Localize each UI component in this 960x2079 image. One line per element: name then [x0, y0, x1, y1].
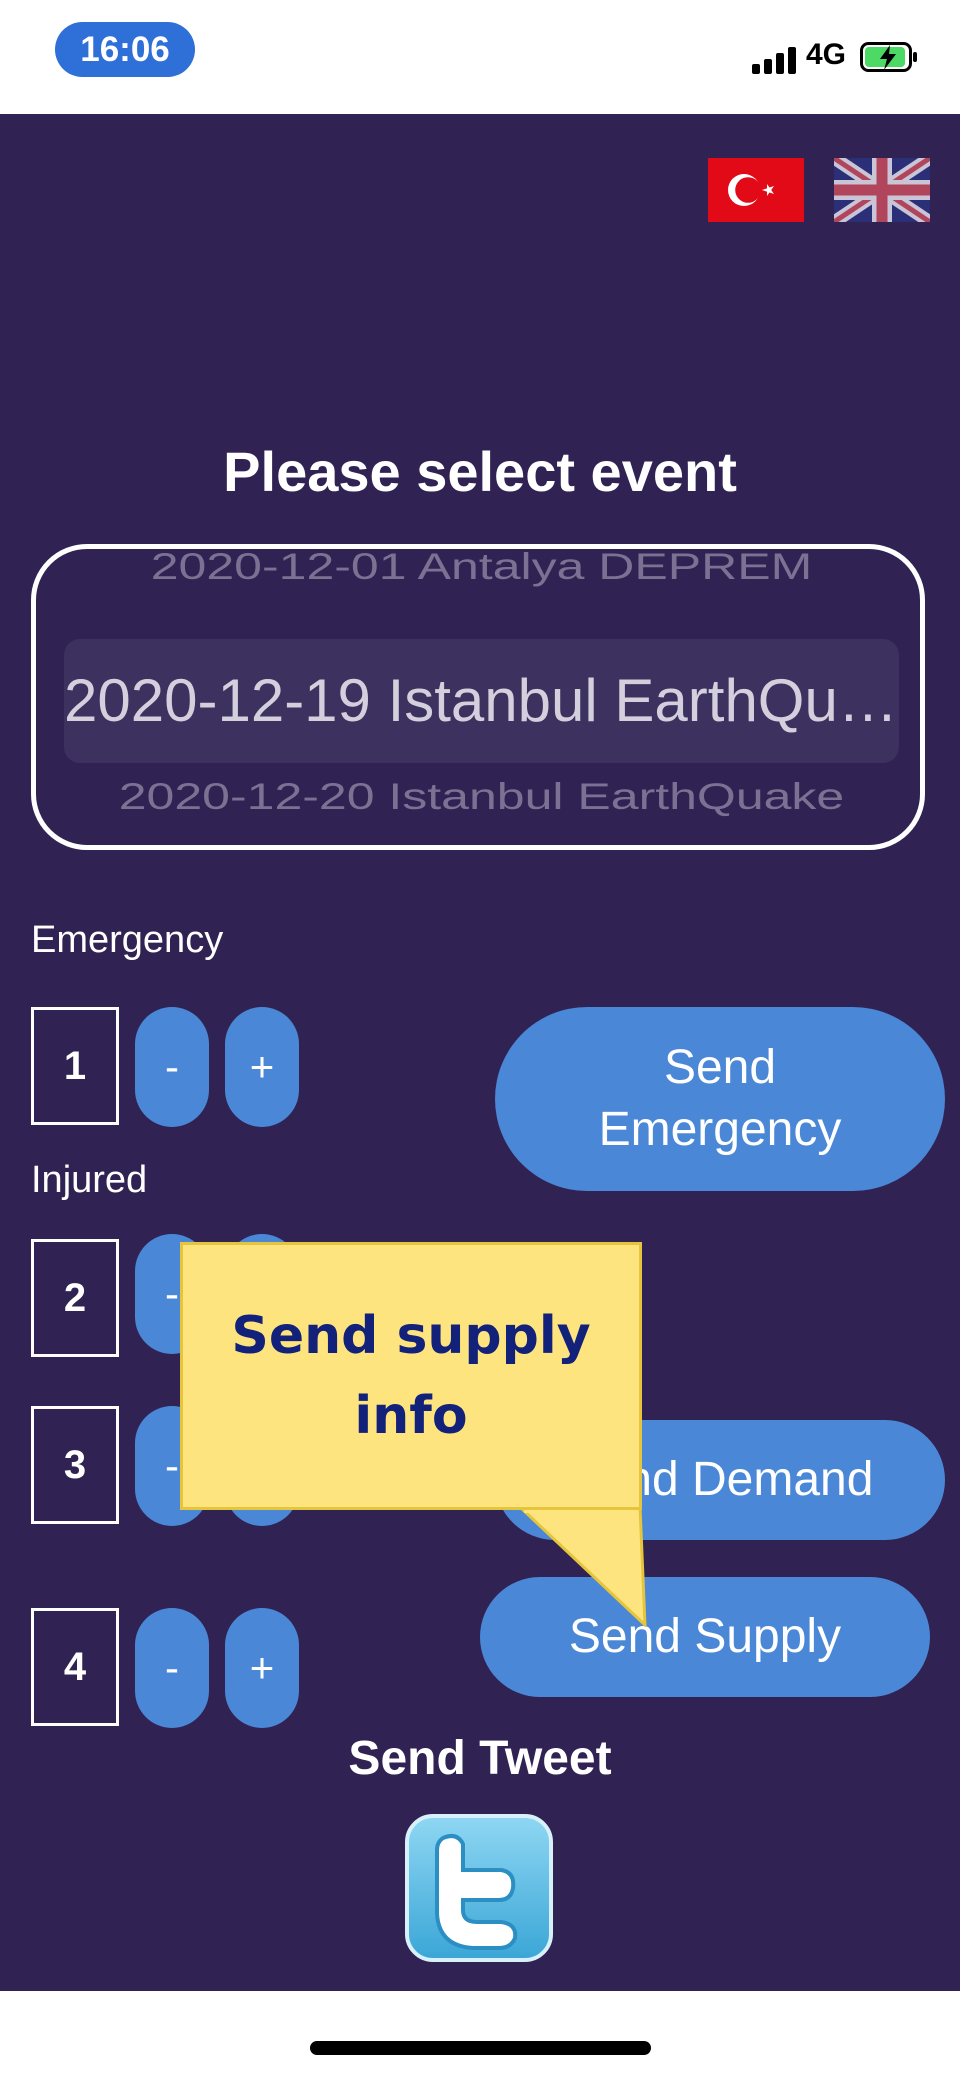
- tooltip-text: Send supply info: [231, 1306, 591, 1446]
- event-option-selected[interactable]: 2020-12-19 Istanbul EarthQuake: [64, 641, 899, 761]
- home-indicator-area: [0, 1991, 960, 2079]
- network-type: 4G: [806, 38, 847, 71]
- status-bar: 16:06 4G: [0, 0, 960, 114]
- twitter-icon[interactable]: [405, 1814, 553, 1962]
- battery-charging-icon: [860, 42, 917, 72]
- injured-count: 2: [31, 1239, 119, 1357]
- supply-decrement-button[interactable]: -: [135, 1608, 209, 1728]
- event-option[interactable]: 2020-12-20 Istanbul EarthQuake: [64, 774, 899, 818]
- event-picker[interactable]: 2020-12-01 Antalya DEPREM 2020-12-19 Ist…: [31, 544, 925, 850]
- home-indicator[interactable]: [310, 2041, 651, 2055]
- select-event-title: Please select event: [223, 440, 737, 503]
- send-emergency-button[interactable]: Send Emergency: [495, 1007, 945, 1191]
- supply-count: 4: [31, 1608, 119, 1726]
- tooltip-pointer: [520, 1507, 647, 1627]
- supply-tooltip: Send supply info: [180, 1242, 642, 1510]
- turkey-flag-icon[interactable]: [708, 158, 804, 222]
- app-screen: Please select event 2020-12-01 Antalya D…: [0, 114, 960, 1991]
- emergency-label: Emergency: [31, 919, 224, 961]
- send-emergency-label: Send Emergency: [598, 1041, 842, 1156]
- injured-label: Injured: [31, 1159, 148, 1201]
- emergency-increment-button[interactable]: +: [225, 1007, 299, 1127]
- uk-flag-icon[interactable]: [834, 158, 930, 222]
- cellular-signal-icon: [752, 46, 800, 74]
- emergency-decrement-button[interactable]: -: [135, 1007, 209, 1127]
- send-tweet-label: Send Tweet: [348, 1732, 612, 1785]
- supply-increment-button[interactable]: +: [225, 1608, 299, 1728]
- status-time: 16:06: [55, 22, 195, 77]
- demand-count: 3: [31, 1406, 119, 1524]
- emergency-count: 1: [31, 1007, 119, 1125]
- event-option[interactable]: 2020-12-01 Antalya DEPREM: [64, 549, 899, 588]
